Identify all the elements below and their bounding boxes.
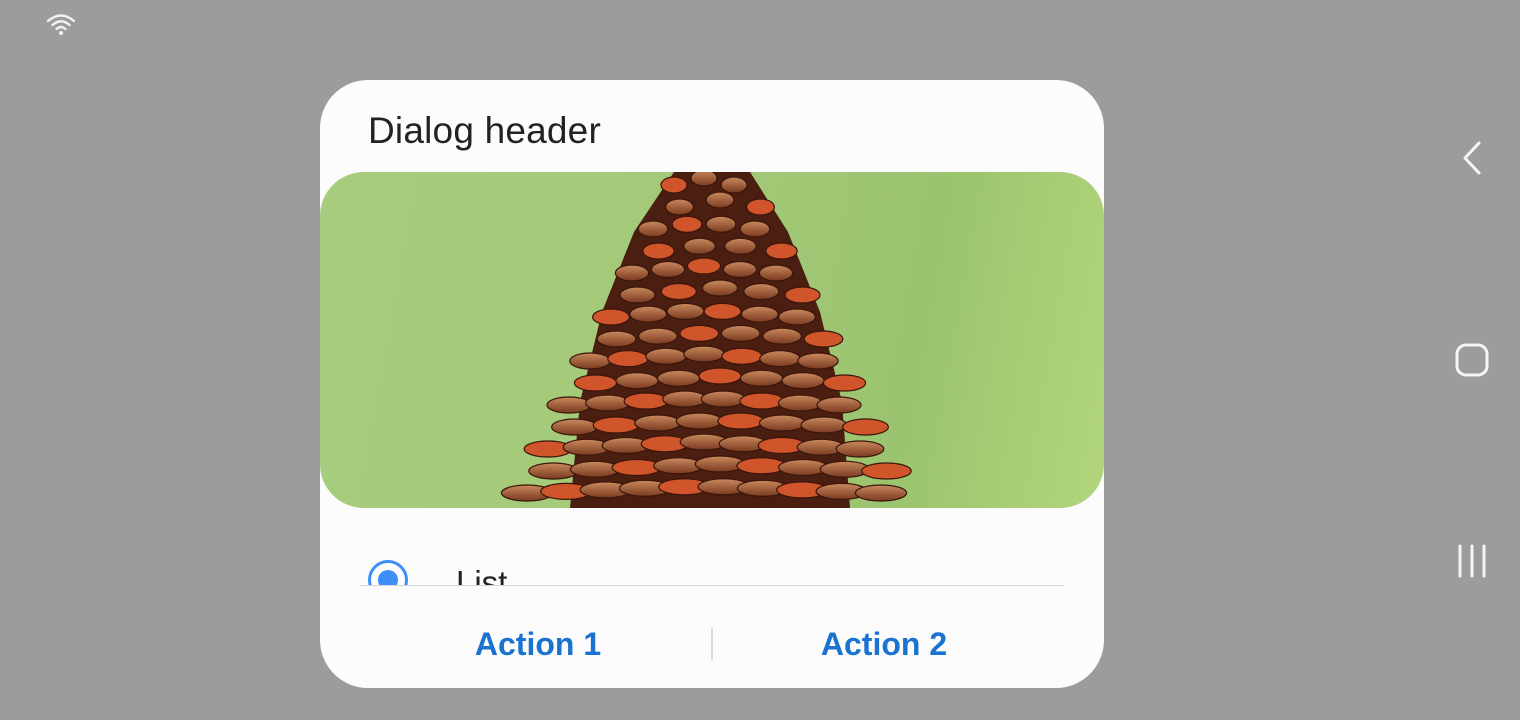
list-divider (360, 585, 1064, 586)
action-2-button[interactable]: Action 2 (734, 626, 1034, 663)
screen: Dialog header List Action 1 Action 2 (0, 0, 1520, 720)
list-item-label: List (456, 564, 508, 586)
home-square-icon[interactable] (1452, 340, 1492, 380)
dialog-header: Dialog header (368, 110, 601, 151)
back-chevron-icon[interactable] (1452, 138, 1492, 178)
dialog-image (320, 172, 1104, 508)
radio-button-selected[interactable] (368, 560, 408, 586)
action-separator (711, 628, 713, 660)
pinecone-image (500, 172, 912, 508)
wifi-icon (46, 14, 76, 35)
recents-lines-icon[interactable] (1452, 541, 1492, 581)
list-item[interactable]: List (360, 550, 1064, 586)
dialog: Dialog header List Action 1 Action 2 (320, 80, 1104, 688)
action-1-button[interactable]: Action 1 (388, 626, 688, 663)
